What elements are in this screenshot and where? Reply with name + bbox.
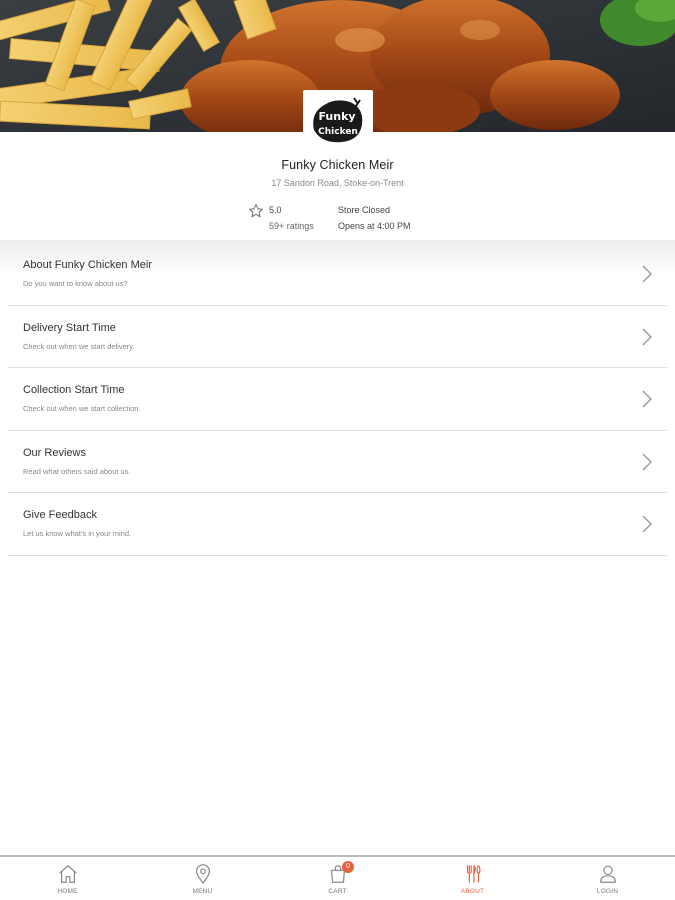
menu-item-subtitle: Let us know what's in your mind. <box>23 529 132 538</box>
store-name: Funky Chicken Meir <box>281 158 394 172</box>
menu-item-title: Delivery Start Time <box>23 321 116 334</box>
tab-label: ABOUT <box>460 888 485 895</box>
location-pin-icon <box>195 864 210 885</box>
tab-login[interactable]: LOGIN <box>540 857 675 900</box>
menu-item-delivery-start-time[interactable]: Delivery Start Time Check out when we st… <box>8 306 667 368</box>
rating-block: 5.0 59+ ratings <box>248 202 338 234</box>
star-icon <box>249 204 263 218</box>
chevron-right-icon <box>642 453 652 470</box>
menu-item-subtitle: Read what others said about us. <box>23 466 131 476</box>
store-logo: Funky Chicken <box>303 90 373 154</box>
menu-item-give-feedback[interactable]: Give Feedback Let us know what's in your… <box>8 493 667 556</box>
menu-item-subtitle: Check out when we start collection. <box>23 404 141 413</box>
svg-text:Chicken: Chicken <box>318 127 358 137</box>
menu-item-title: Give Feedback <box>23 509 97 521</box>
menu-item-title: Collection Start Time <box>23 384 125 396</box>
chevron-right-icon <box>642 265 652 283</box>
menu-item-collection-start-time[interactable]: Collection Start Time Check out when we … <box>8 368 667 431</box>
about-menu-list: About Funky Chicken Meir Do you want to … <box>8 243 667 556</box>
menu-item-title: Our Reviews <box>23 446 86 459</box>
cart-count-badge: 0 <box>342 861 354 873</box>
chevron-right-icon <box>642 390 652 408</box>
user-icon <box>599 865 616 883</box>
menu-item-about[interactable]: About Funky Chicken Meir Do you want to … <box>8 243 667 306</box>
bottom-tab-bar: HOME MENU CART ABOUT LOGIN 0 <box>0 855 675 900</box>
tab-label: LOGIN <box>596 888 619 895</box>
store-status: Store Closed <box>338 205 391 215</box>
menu-item-subtitle: Do you want to know about us? <box>23 279 128 288</box>
ratings-count: 59+ ratings <box>269 221 314 231</box>
tab-menu[interactable]: MENU <box>135 857 270 900</box>
tab-label: CART <box>328 888 347 895</box>
store-address: 17 Sandon Road, Stoke-on-Trent <box>271 178 404 188</box>
menu-item-title: About Funky Chicken Meir <box>23 259 152 271</box>
svg-text:Funky: Funky <box>318 110 355 123</box>
home-icon <box>58 865 77 883</box>
store-info: Funky Chicken Meir 17 Sandon Road, Stoke… <box>0 158 675 188</box>
tab-cart[interactable]: CART <box>270 857 405 900</box>
cutlery-icon <box>466 864 480 883</box>
tab-label: MENU <box>192 888 213 895</box>
chevron-right-icon <box>642 515 652 533</box>
tab-label: HOME <box>57 888 78 895</box>
opening-time: Opens at 4:00 PM <box>338 221 411 231</box>
tab-home[interactable]: HOME <box>0 857 135 900</box>
menu-item-our-reviews[interactable]: Our Reviews Read what others said about … <box>8 431 667 493</box>
rating-value: 5.0 <box>269 205 282 215</box>
tab-about[interactable]: ABOUT <box>405 857 540 900</box>
status-block: Store Closed Opens at 4:00 PM <box>338 202 411 234</box>
chevron-right-icon <box>642 328 652 345</box>
store-stats: 5.0 59+ ratings Store Closed Opens at 4:… <box>248 202 411 234</box>
menu-item-subtitle: Check out when we start delivery. <box>23 341 135 351</box>
